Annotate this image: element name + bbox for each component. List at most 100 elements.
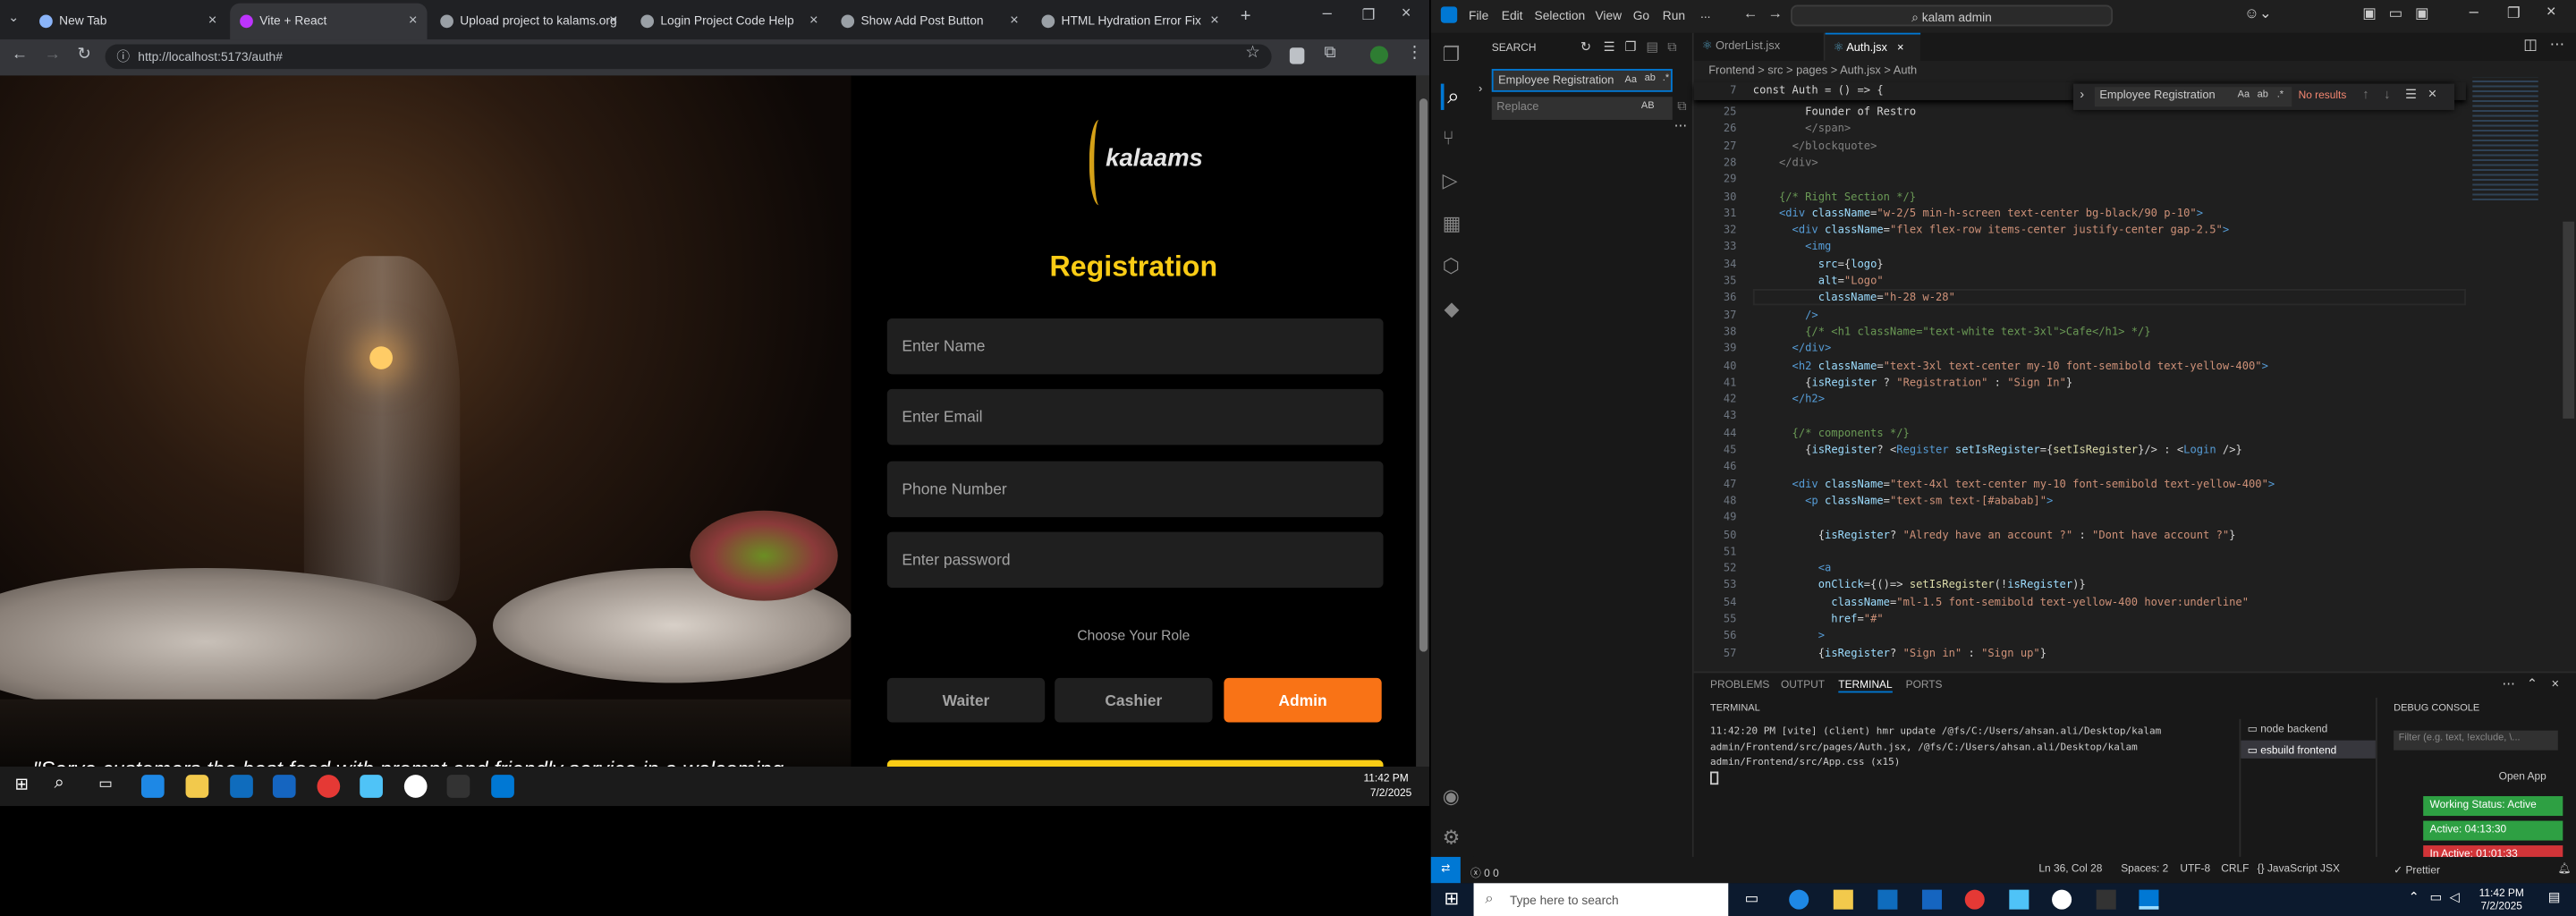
more-actions-icon[interactable]: ⋯ [2502, 676, 2515, 691]
close-panel-icon[interactable]: × [2551, 676, 2559, 691]
edge-icon[interactable] [1789, 889, 1809, 910]
debug-filter-input[interactable]: Filter (e.g. text, !exclude, \... [2394, 730, 2558, 751]
maximize-icon[interactable]: ❐ [2507, 5, 2521, 23]
code-line[interactable]: 26 </span> [1700, 121, 1851, 138]
back-icon[interactable]: ← [1743, 5, 1758, 21]
menu-view[interactable]: View [1595, 8, 1622, 23]
terminal-item-backend[interactable]: ▭ node backend [2248, 722, 2328, 735]
minimap[interactable] [2470, 74, 2560, 208]
code-line[interactable]: 40 <h2 className="text-3xl text-center m… [1700, 357, 2268, 374]
code-line[interactable]: 41 {isRegister ? "Registration" : "Sign … [1700, 374, 2072, 391]
cursor-position[interactable]: Ln 36, Col 28 [2038, 863, 2102, 875]
previous-match-icon[interactable]: ↑ [2362, 87, 2368, 102]
collapse-icon[interactable]: ▤ [1646, 39, 1658, 55]
copilot-icon[interactable]: ☺⌄ [2244, 5, 2272, 23]
code-line[interactable]: 53 onClick={()=> setIsRegister(!isRegist… [1700, 577, 2086, 594]
problems-count[interactable]: ⓧ 0 0 [1470, 863, 1499, 880]
code-line[interactable]: 34 src={logo} [1700, 256, 1884, 273]
task-view-icon[interactable]: ▭ [1745, 890, 1759, 908]
code-line[interactable]: 50 {isRegister? "Alredy have an account … [1700, 526, 2236, 543]
network-icon[interactable]: ▭ [2430, 890, 2443, 905]
file-explorer-icon[interactable] [185, 775, 209, 798]
command-center[interactable]: ⌕ kalam admin [1791, 4, 2114, 27]
chrome-icon[interactable] [317, 775, 341, 798]
page-scrollbar[interactable] [1416, 75, 1429, 768]
code-line[interactable]: 31 <div className="w-2/5 min-h-screen te… [1700, 205, 2203, 222]
code-line[interactable]: 27 </blockquote> [1700, 137, 1877, 154]
clear-results-icon[interactable]: ☰ [1604, 39, 1615, 55]
language-mode[interactable]: {} JavaScript JSX [2258, 863, 2340, 875]
notifications-icon[interactable]: 🔔︎ [2558, 861, 2572, 875]
account-icon[interactable]: ◉ [1443, 785, 1460, 808]
close-icon[interactable]: × [609, 12, 618, 28]
search-icon[interactable]: ⌕ [55, 773, 64, 794]
code-line[interactable]: 30 {/* Right Section */} [1700, 188, 1916, 205]
chrome-icon[interactable] [1964, 889, 1985, 910]
more-options-icon[interactable]: ⋯ [1674, 118, 1688, 133]
menu-file[interactable]: File [1469, 8, 1488, 23]
close-window-icon[interactable]: × [2546, 4, 2556, 21]
file-explorer-icon[interactable] [1833, 889, 1853, 910]
windows-start-icon[interactable]: ⊞ [1444, 888, 1459, 910]
layout-sidebar-icon[interactable]: ▣ [2362, 5, 2377, 23]
profile-avatar[interactable] [1369, 46, 1389, 64]
puzzle-extensions-icon[interactable]: ⧉ [1324, 45, 1335, 63]
whole-word-icon[interactable]: ab [2258, 90, 2268, 100]
chrome-menu-icon[interactable]: ⋮ [1406, 45, 1422, 63]
panel-tab-problems[interactable]: PROBLEMS [1710, 680, 1769, 691]
code-line[interactable]: 32 <div className="flex flex-row items-c… [1700, 222, 2229, 239]
maximize-icon[interactable]: ❐ [1362, 6, 1376, 24]
remote-icon[interactable]: ⬡ [1443, 254, 1460, 277]
close-icon[interactable]: × [208, 12, 217, 28]
tabnine-icon[interactable]: ◆ [1444, 297, 1459, 320]
code-line[interactable]: 48 <p className="text-sm text-[#ababab]"… [1700, 492, 2053, 509]
submit-button[interactable] [886, 759, 1384, 768]
code-line[interactable]: 39 </div> [1700, 340, 1832, 357]
code-line[interactable]: 43 [1700, 408, 1779, 425]
menu-more[interactable]: ... [1700, 6, 1711, 21]
match-case-icon[interactable]: Aa [2238, 90, 2250, 100]
sticky-line[interactable]: 7 const Auth = () => { [1700, 82, 1884, 99]
find-in-selection-icon[interactable]: ☰ [2405, 87, 2417, 102]
role-admin-button[interactable]: Admin [1224, 677, 1382, 723]
panel-tab-ports[interactable]: PORTS [1906, 680, 1943, 691]
code-line[interactable]: 52 <a [1700, 560, 1832, 577]
code-line[interactable]: 47 <div className="text-4xl text-center … [1700, 475, 2275, 492]
replace-all-icon[interactable]: ⧉ [1677, 98, 1687, 114]
minimize-icon[interactable]: – [1323, 5, 1332, 23]
store-icon[interactable] [1877, 889, 1898, 910]
code-line[interactable]: 57 {isRegister? "Sign in" : "Sign up"} [1700, 644, 2046, 661]
code-line[interactable]: 51 [1700, 543, 1779, 560]
tab-login-help[interactable]: Login Project Code Help × [631, 4, 827, 39]
password-input[interactable]: Enter password [886, 531, 1384, 588]
mail-icon[interactable] [1921, 889, 1943, 910]
tab-hydration-error[interactable]: HTML Hydration Error Fix × [1031, 4, 1228, 39]
edge-icon[interactable] [140, 775, 165, 798]
run-debug-icon[interactable]: ▷ [1443, 169, 1458, 192]
expand-icon[interactable]: ⧉ [1667, 39, 1677, 55]
source-control-icon[interactable]: ⑂ [1443, 126, 1454, 149]
terminal-item-frontend[interactable]: ▭ esbuild frontend [2241, 740, 2376, 759]
task-view-icon[interactable]: ▭ [98, 775, 113, 793]
app-icon[interactable] [2052, 889, 2072, 910]
menu-selection[interactable]: Selection [1535, 8, 1586, 23]
more-actions-icon[interactable]: ⋯ [2550, 36, 2565, 54]
close-window-icon[interactable]: × [1402, 5, 1411, 23]
search-view-icon[interactable]: ⌕ [1440, 83, 1460, 110]
menu-edit[interactable]: Edit [1502, 8, 1523, 23]
toggle-replace-icon[interactable]: › [1479, 84, 1482, 96]
code-line[interactable]: 56 > [1700, 628, 1825, 645]
settings-gear-icon[interactable]: ⚙ [1443, 826, 1461, 849]
menu-go[interactable]: Go [1633, 8, 1649, 23]
forward-icon[interactable]: → [1767, 5, 1783, 21]
code-line[interactable]: 49 [1700, 509, 1779, 526]
taskbar-search-input[interactable]: ⌕ Type here to search [1473, 883, 1729, 916]
open-app-link[interactable]: Open App [2499, 772, 2546, 784]
editor-tab-auth[interactable]: ⚛ Auth.jsx × [1825, 32, 1921, 61]
email-input[interactable]: Enter Email [886, 388, 1384, 445]
preserve-case-button[interactable]: AB [1641, 102, 1655, 112]
minimize-icon[interactable]: – [2470, 4, 2479, 21]
prettier-status[interactable]: ✓ Prettier [2394, 863, 2440, 877]
extensions-icon[interactable]: ▦ [1443, 212, 1462, 235]
close-icon[interactable]: × [2428, 85, 2437, 101]
